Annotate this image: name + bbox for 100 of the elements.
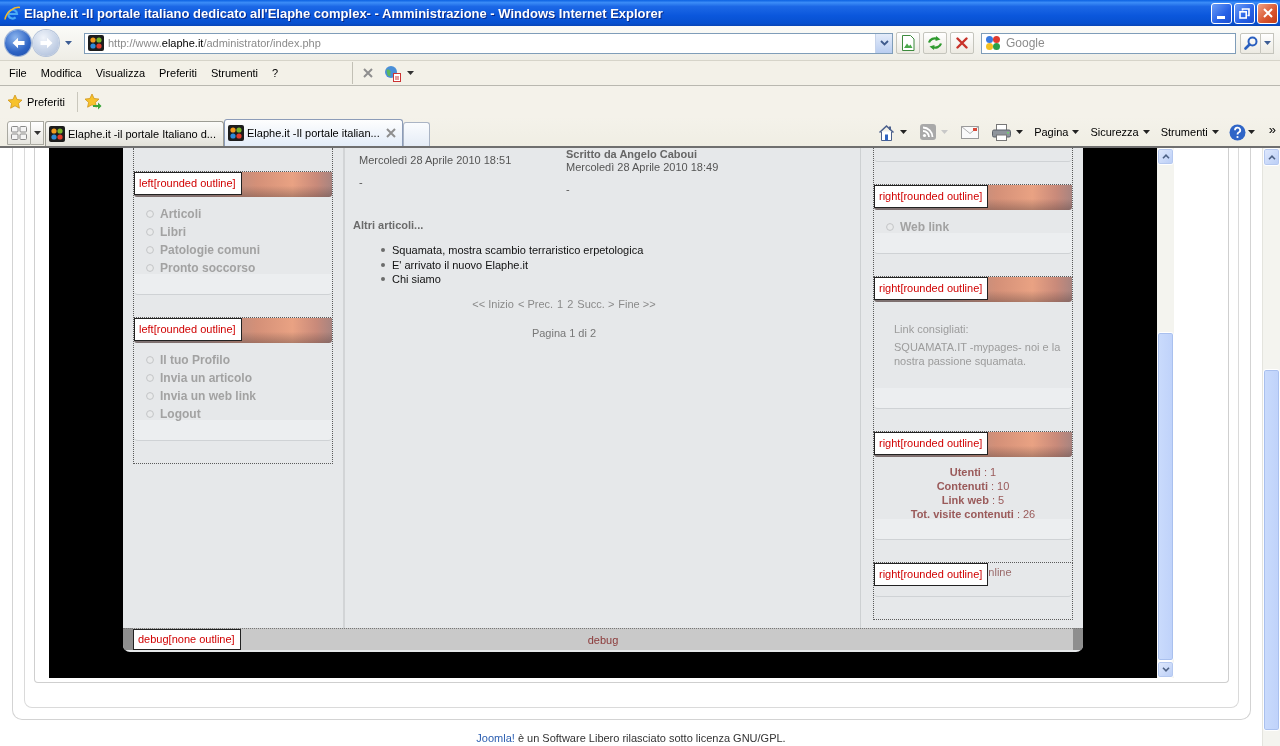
favicon-icon xyxy=(49,126,65,142)
module-text: SQUAMATA.IT -mypages- noi e la nostra passione squamata. xyxy=(894,340,1062,368)
bullet-icon xyxy=(146,210,154,218)
page-image-icon xyxy=(901,35,915,51)
scroll-thumb[interactable] xyxy=(1263,369,1280,731)
section-title: Altri articoli... xyxy=(353,218,424,232)
close-icon xyxy=(1262,8,1273,18)
article-link[interactable]: E' arrivato il nuovo Elaphe.it xyxy=(392,258,528,271)
right-arrow-icon xyxy=(39,37,53,49)
position-label: right[rounded outline] xyxy=(874,432,989,455)
author-text: Scritto da Angelo Caboui xyxy=(566,148,698,160)
printer-icon[interactable] xyxy=(992,123,1012,141)
stop-icon xyxy=(956,37,968,49)
chevron-down-icon xyxy=(879,40,889,46)
menu-item[interactable]: ? xyxy=(265,63,286,83)
feed-icon[interactable] xyxy=(920,124,937,140)
caret-icon xyxy=(1016,130,1024,134)
stat-line: Utenti : 1 xyxy=(949,465,997,479)
browser-tab[interactable]: Elaphe.it -Il portale italian... xyxy=(224,119,403,146)
bullet-icon xyxy=(146,228,154,236)
position-label: left[rounded outline] xyxy=(134,318,242,341)
address-dropdown-button[interactable] xyxy=(875,33,892,53)
bullet-icon xyxy=(886,223,894,231)
bullet-icon xyxy=(146,410,154,418)
article-link[interactable]: Squamata, mostra scambio terraristico erpetologica xyxy=(392,244,644,257)
address-field[interactable]: http://www.elaphe.it/administrator/index.php xyxy=(84,32,893,54)
caret-icon xyxy=(1263,41,1271,45)
position-label: right[rounded outline] xyxy=(874,277,989,300)
menu-item[interactable]: Preferiti xyxy=(152,63,204,83)
minimize-icon xyxy=(1217,15,1225,19)
bullet-icon xyxy=(146,264,154,272)
globe-document-icon[interactable] xyxy=(384,64,401,82)
command-menu-button[interactable]: Pagina xyxy=(1034,121,1080,143)
caret-icon xyxy=(1072,130,1080,134)
caret-icon xyxy=(33,131,41,135)
caret-icon xyxy=(65,41,72,45)
command-menu-button[interactable]: Strumenti xyxy=(1160,121,1219,143)
search-button[interactable] xyxy=(1240,32,1261,54)
menu-item[interactable]: File xyxy=(2,63,34,83)
more-tools-button[interactable]: » xyxy=(1268,118,1276,140)
joomla-link[interactable]: Joomla! xyxy=(476,732,515,744)
position-label: right[rounded outline] xyxy=(874,563,989,586)
tab-list-button[interactable] xyxy=(31,121,44,145)
position-label: right[rounded outline] xyxy=(874,185,989,208)
menu-item[interactable]: Modifica xyxy=(33,63,89,83)
x-icon[interactable] xyxy=(363,68,373,78)
restore-button[interactable] xyxy=(1234,2,1255,24)
help-icon[interactable] xyxy=(1228,123,1246,141)
left-arrow-icon xyxy=(11,37,25,49)
four-color-logo-icon xyxy=(985,35,1001,51)
browser-tab[interactable]: Elaphe.it -il portale Italiano d... xyxy=(45,121,224,146)
scroll-down-button[interactable] xyxy=(1157,661,1174,678)
stat-line: Link web : 5 xyxy=(941,493,1005,507)
favicon-icon xyxy=(88,35,104,51)
close-icon[interactable] xyxy=(386,128,396,138)
dash-text: - xyxy=(566,182,570,196)
scroll-thumb[interactable] xyxy=(1157,332,1174,661)
module-text: Link consigliati: xyxy=(894,322,970,336)
up-chevron-icon xyxy=(1267,154,1276,160)
star-arrow-icon[interactable] xyxy=(83,93,102,110)
favorites-button[interactable]: Preferiti xyxy=(7,90,65,113)
dash-text: - xyxy=(359,175,363,189)
up-chevron-icon xyxy=(1161,154,1170,159)
bullet-icon xyxy=(381,277,385,282)
position-label: debug[none outline] xyxy=(133,629,241,650)
search-field[interactable]: Google xyxy=(1006,36,1235,50)
search-icon xyxy=(1243,36,1258,50)
footer-text: Joomla! è un Software Libero rilasciato sotto licenza GNU/GPL. xyxy=(476,731,786,745)
position-label: left[rounded outline] xyxy=(134,172,242,195)
down-chevron-icon xyxy=(1161,667,1170,672)
caret-icon xyxy=(941,130,949,134)
date-text: Mercoledì 28 Aprile 2010 18:49 xyxy=(566,160,719,174)
e-logo-icon xyxy=(4,5,21,21)
command-menu-button[interactable]: Sicurezza xyxy=(1090,121,1150,143)
bullet-icon xyxy=(146,374,154,382)
search-options-button[interactable] xyxy=(1261,32,1274,54)
date-text: Mercoledì 28 Aprile 2010 18:51 xyxy=(359,153,513,167)
menu-item[interactable]: Visualizza xyxy=(88,63,153,83)
bullet-icon xyxy=(146,356,154,364)
caret-icon xyxy=(900,130,908,134)
caret-icon xyxy=(407,71,414,75)
search-box[interactable]: Google xyxy=(981,32,1236,54)
minimize-button[interactable] xyxy=(1211,2,1232,24)
mail-icon[interactable] xyxy=(961,125,980,139)
stat-line: Tot. visite contenuti : 26 xyxy=(910,507,1036,521)
stop-button[interactable] xyxy=(950,32,974,54)
scroll-up-button[interactable] xyxy=(1157,148,1174,165)
caret-icon xyxy=(1211,130,1219,134)
home-icon[interactable] xyxy=(878,123,896,141)
page-counter: Pagina 1 di 2 xyxy=(531,325,597,340)
close-button[interactable] xyxy=(1257,2,1278,24)
refresh-button[interactable] xyxy=(923,32,947,54)
scroll-up-button[interactable] xyxy=(1263,148,1280,166)
article-link[interactable]: Chi siamo xyxy=(392,273,441,286)
menu-item[interactable]: Strumenti xyxy=(203,63,265,83)
back-button[interactable] xyxy=(5,30,31,56)
bullet-icon xyxy=(381,262,385,267)
bullet-icon xyxy=(146,246,154,254)
compatibility-view-button[interactable] xyxy=(896,32,920,54)
caret-icon xyxy=(1247,130,1255,134)
